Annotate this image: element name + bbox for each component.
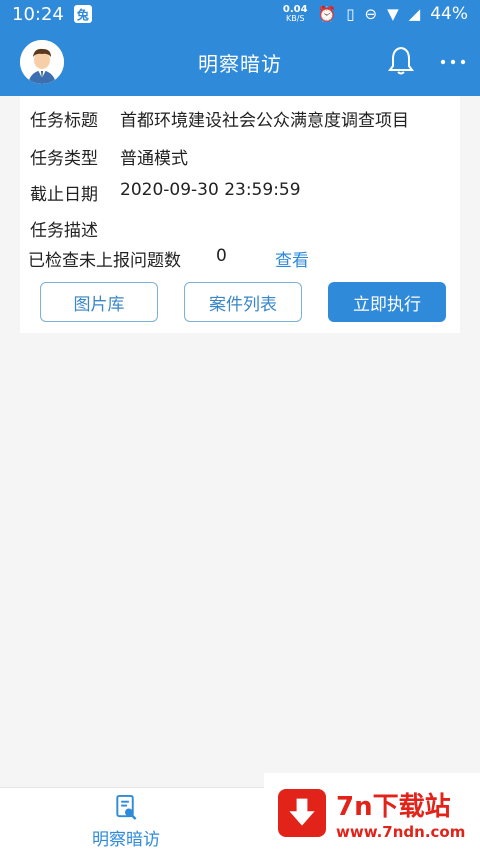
task-title-value: 首都环境建设社会公众满意度调查项目 [120,111,409,131]
watermark-text: 7n下载站 www.7ndn.com [336,786,465,841]
task-type-label: 任务类型 [30,149,98,169]
task-title-row: 任务标题 首都环境建设社会公众满意度调查项目 [30,106,409,131]
deadline-value: 2020-09-30 23:59:59 [120,180,301,200]
network-speed: 0.04 KB/S [282,4,308,24]
avatar[interactable] [20,40,64,84]
unreported-issues-count: 0 [216,246,227,266]
app-notification-icon: 兔 [73,5,92,23]
alarm-icon: ⏰ [317,5,337,23]
site-watermark: 7n下载站 www.7ndn.com [264,773,480,853]
document-search-icon [116,794,137,820]
watermark-main: 7n下载站 [336,791,451,822]
task-title-label: 任务标题 [30,111,98,131]
download-arrow-icon [278,789,326,837]
gallery-button[interactable]: 图片库 [40,282,158,322]
tab-home[interactable]: 明察暗访 [70,794,182,850]
task-desc-row: 任务描述 [30,216,120,241]
case-list-button[interactable]: 案件列表 [184,282,302,322]
battery-level: 44% [430,4,468,24]
task-type-value: 普通模式 [120,149,188,169]
page-title: 明察暗访 [198,51,282,76]
bell-icon[interactable] [384,44,418,78]
deadline-label: 截止日期 [30,185,98,205]
deadline-row: 截止日期 2020-09-30 23:59:59 [30,180,301,205]
empty-content-area [0,333,480,787]
app-bar: 明察暗访 [0,28,480,96]
tab-home-label: 明察暗访 [92,830,160,850]
view-issues-link[interactable]: 查看 [275,246,309,271]
wifi-icon: ▼ [387,5,399,23]
signal-icon: ◢ [408,5,421,23]
execute-now-button[interactable]: 立即执行 [328,282,446,322]
task-type-row: 任务类型 普通模式 [30,144,188,169]
status-icons: 0.04 KB/S ⏰ ▯ ⊖ ▼ ◢ 44% [283,4,468,24]
task-card: 任务标题 首都环境建设社会公众满意度调查项目 任务类型 普通模式 截止日期 20… [20,96,460,333]
status-bar: 10:24 兔 0.04 KB/S ⏰ ▯ ⊖ ▼ ◢ 44% [0,0,480,28]
more-icon[interactable] [438,52,468,72]
user-avatar-icon [20,40,64,84]
status-time: 10:24 [12,3,64,25]
unreported-issues-label: 已检查未上报问题数 [28,251,181,271]
task-desc-label: 任务描述 [30,221,98,241]
watermark-url: www.7ndn.com [336,822,466,841]
phone-icon: ▯ [346,5,355,23]
dnd-icon: ⊖ [364,5,378,23]
